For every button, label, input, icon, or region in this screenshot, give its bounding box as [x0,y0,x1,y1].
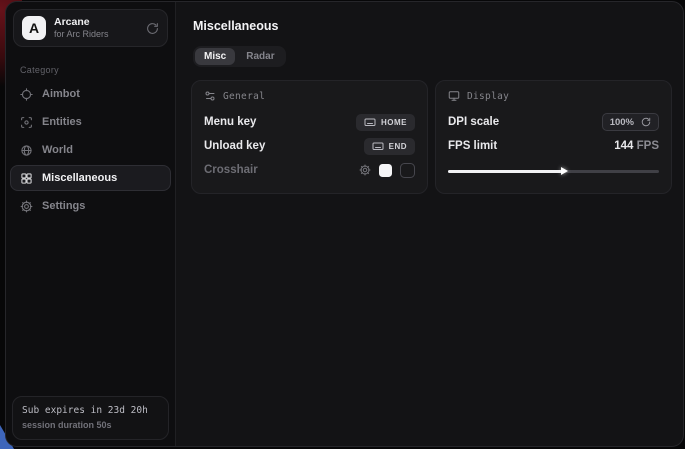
sidebar-item-label: Entities [42,116,82,128]
sync-icon[interactable] [146,22,159,35]
general-card: General Menu key HOME Unload key [191,80,428,194]
display-card-title: Display [467,91,509,102]
monitor-icon [448,90,460,102]
display-card: Display DPI scale 100% FPS limit [435,80,672,194]
dpi-scale-label: DPI scale [448,116,499,128]
app-header-card: A Arcane for Arc Riders [13,9,168,47]
sidebar-spacer [6,219,175,390]
crosshair-row: Crosshair [204,158,415,182]
fps-limit-row: FPS limit 144 FPS [448,134,659,158]
cards-row: General Menu key HOME Unload key [191,80,672,194]
sidebar-item-world[interactable]: World [10,137,171,163]
dpi-scale-row: DPI scale 100% [448,110,659,134]
menu-key-value: HOME [381,118,407,127]
unload-key-value: END [389,142,407,151]
fps-limit-label: FPS limit [448,140,497,152]
sidebar-item-miscellaneous[interactable]: Miscellaneous [10,165,171,191]
unload-key-button[interactable]: END [364,138,415,155]
gear-icon [20,200,33,213]
crosshair-icon [20,88,33,101]
tab-misc[interactable]: Misc [195,48,235,65]
fps-limit-unit: FPS [637,140,659,152]
page-title: Miscellaneous [193,19,672,33]
menu-key-label: Menu key [204,116,256,128]
sidebar-item-label: Settings [42,200,85,212]
crosshair-controls [359,163,415,178]
dpi-scale-control[interactable]: 100% [602,113,659,131]
sidebar-nav: Aimbot Entities World [6,81,175,219]
sidebar-item-label: World [42,144,73,156]
general-card-title: General [223,91,265,102]
crosshair-settings-gear-icon[interactable] [359,164,371,176]
scan-eye-icon [20,116,33,129]
crosshair-checkbox[interactable] [400,163,415,178]
general-card-header: General [204,90,415,102]
sidebar-item-settings[interactable]: Settings [10,193,171,219]
crosshair-label: Crosshair [204,164,258,176]
slider-fill [448,170,562,173]
sliders-icon [204,90,216,102]
fps-limit-slider[interactable] [448,167,659,175]
menu-key-row: Menu key HOME [204,110,415,134]
app-window: A Arcane for Arc Riders Category Aimbot [5,1,684,447]
globe-icon [20,144,33,157]
crosshair-color-swatch[interactable] [379,164,392,177]
slider-thumb[interactable] [561,167,568,175]
keyboard-icon [372,140,384,152]
grid-icon [20,172,33,185]
subscription-expiry: Sub expires in 23d 20h [22,404,159,418]
fps-limit-value: 144 [614,140,633,152]
app-logo: A [22,16,46,40]
sidebar-item-label: Aimbot [42,88,80,100]
app-name: Arcane [54,16,138,29]
sidebar-item-aimbot[interactable]: Aimbot [10,81,171,107]
sidebar-item-entities[interactable]: Entities [10,109,171,135]
refresh-icon[interactable] [641,117,651,127]
app-subtitle: for Arc Riders [54,29,138,40]
dpi-scale-value: 100% [610,117,634,128]
tab-radar[interactable]: Radar [237,48,283,65]
menu-key-button[interactable]: HOME [356,114,415,131]
sidebar: A Arcane for Arc Riders Category Aimbot [6,2,176,446]
app-header-text: Arcane for Arc Riders [54,16,138,40]
unload-key-row: Unload key END [204,134,415,158]
unload-key-label: Unload key [204,140,265,152]
fps-limit-value-wrap: 144 FPS [614,140,659,152]
tab-bar: Misc Radar [193,46,286,67]
category-label: Category [20,65,161,75]
display-card-header: Display [448,90,659,102]
session-duration: session duration 50s [22,419,159,433]
sidebar-item-label: Miscellaneous [42,172,117,184]
subscription-card: Sub expires in 23d 20h session duration … [12,396,169,440]
keyboard-icon [364,116,376,128]
main-content: Miscellaneous Misc Radar General Menu ke… [176,2,684,446]
